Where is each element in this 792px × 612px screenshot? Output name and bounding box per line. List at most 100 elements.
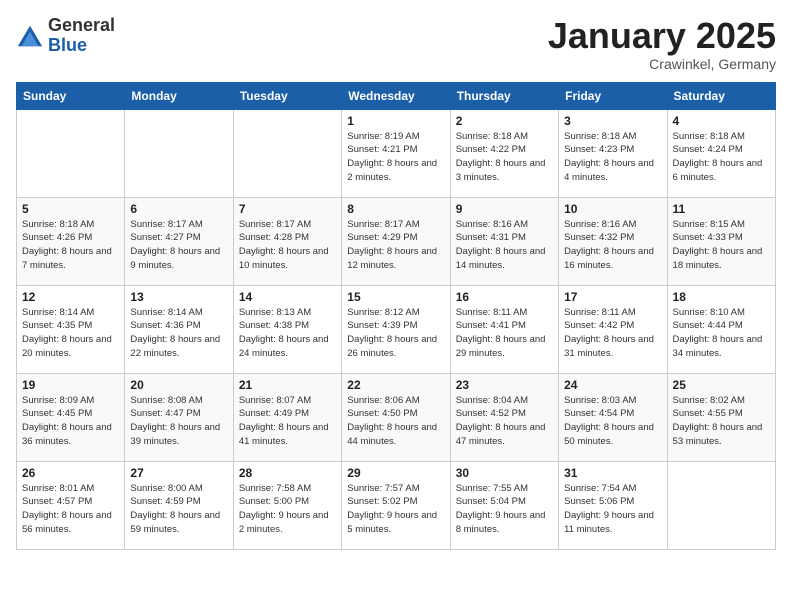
page-header: General Blue January 2025 Crawinkel, Ger…	[16, 16, 776, 72]
calendar-cell: 24Sunrise: 8:03 AM Sunset: 4:54 PM Dayli…	[559, 373, 667, 461]
day-info: Sunrise: 8:06 AM Sunset: 4:50 PM Dayligh…	[347, 394, 444, 449]
calendar-cell: 13Sunrise: 8:14 AM Sunset: 4:36 PM Dayli…	[125, 285, 233, 373]
day-info: Sunrise: 8:16 AM Sunset: 4:32 PM Dayligh…	[564, 218, 661, 273]
calendar-week-5: 26 Sunrise: 8:01 AM Sunset: 4:57 PM Dayli…	[17, 461, 776, 549]
calendar-cell	[667, 461, 775, 549]
weekday-header-friday: Friday	[559, 82, 667, 109]
day-info: Sunrise: 8:18 AM Sunset: 4:22 PM Dayligh…	[456, 130, 553, 185]
day-number: 29	[347, 466, 444, 480]
logo-text: General Blue	[48, 16, 115, 56]
day-info: Sunrise: 8:13 AM Sunset: 4:38 PM Dayligh…	[239, 306, 336, 361]
day-info: Sunrise: 8:17 AM Sunset: 4:27 PM Dayligh…	[130, 218, 227, 273]
location: Crawinkel, Germany	[548, 56, 776, 72]
calendar-cell: 18 Sunrise: 8:10 AM Sunset: 4:44 PM Dayli…	[667, 285, 775, 373]
calendar-cell	[17, 109, 125, 197]
day-info: Sunrise: 8:12 AM Sunset: 4:39 PM Dayligh…	[347, 306, 444, 361]
calendar-week-4: 19Sunrise: 8:09 AM Sunset: 4:45 PM Dayli…	[17, 373, 776, 461]
weekday-header-saturday: Saturday	[667, 82, 775, 109]
calendar-cell: 5 Sunrise: 8:18 AM Sunset: 4:26 PM Daylig…	[17, 197, 125, 285]
day-info: Sunrise: 8:18 AM Sunset: 4:26 PM Dayligh…	[22, 218, 119, 273]
calendar-cell: 11 Sunrise: 8:15 AM Sunset: 4:33 PM Dayli…	[667, 197, 775, 285]
day-info: Sunrise: 8:18 AM Sunset: 4:24 PM Dayligh…	[673, 130, 770, 185]
calendar-cell: 14 Sunrise: 8:13 AM Sunset: 4:38 PM Dayli…	[233, 285, 341, 373]
day-info: Sunrise: 8:02 AM Sunset: 4:55 PM Dayligh…	[673, 394, 770, 449]
day-info: Sunrise: 8:11 AM Sunset: 4:41 PM Dayligh…	[456, 306, 553, 361]
day-number: 10	[564, 202, 661, 216]
day-info: Sunrise: 8:07 AM Sunset: 4:49 PM Dayligh…	[239, 394, 336, 449]
day-number: 22	[347, 378, 444, 392]
day-number: 9	[456, 202, 553, 216]
calendar-cell: 6 Sunrise: 8:17 AM Sunset: 4:27 PM Daylig…	[125, 197, 233, 285]
weekday-header-wednesday: Wednesday	[342, 82, 450, 109]
logo-icon	[16, 22, 44, 50]
day-number: 6	[130, 202, 227, 216]
day-number: 30	[456, 466, 553, 480]
calendar-cell: 7 Sunrise: 8:17 AM Sunset: 4:28 PM Daylig…	[233, 197, 341, 285]
day-number: 21	[239, 378, 336, 392]
day-number: 15	[347, 290, 444, 304]
day-number: 16	[456, 290, 553, 304]
day-info: Sunrise: 8:15 AM Sunset: 4:33 PM Dayligh…	[673, 218, 770, 273]
weekday-header-sunday: Sunday	[17, 82, 125, 109]
weekday-header-thursday: Thursday	[450, 82, 558, 109]
day-number: 27	[130, 466, 227, 480]
day-info: Sunrise: 8:19 AM Sunset: 4:21 PM Dayligh…	[347, 130, 444, 185]
day-info: Sunrise: 8:17 AM Sunset: 4:29 PM Dayligh…	[347, 218, 444, 273]
day-number: 14	[239, 290, 336, 304]
day-number: 19	[22, 378, 119, 392]
day-info: Sunrise: 8:01 AM Sunset: 4:57 PM Dayligh…	[22, 482, 119, 537]
day-info: Sunrise: 8:00 AM Sunset: 4:59 PM Dayligh…	[130, 482, 227, 537]
calendar-cell	[233, 109, 341, 197]
calendar-cell: 17 Sunrise: 8:11 AM Sunset: 4:42 PM Dayli…	[559, 285, 667, 373]
day-number: 1	[347, 114, 444, 128]
calendar-cell: 10 Sunrise: 8:16 AM Sunset: 4:32 PM Dayli…	[559, 197, 667, 285]
day-info: Sunrise: 8:11 AM Sunset: 4:42 PM Dayligh…	[564, 306, 661, 361]
calendar-cell: 2 Sunrise: 8:18 AM Sunset: 4:22 PM Daylig…	[450, 109, 558, 197]
day-info: Sunrise: 8:17 AM Sunset: 4:28 PM Dayligh…	[239, 218, 336, 273]
day-info: Sunrise: 7:55 AM Sunset: 5:04 PM Dayligh…	[456, 482, 553, 537]
day-info: Sunrise: 7:57 AM Sunset: 5:02 PM Dayligh…	[347, 482, 444, 537]
day-number: 5	[22, 202, 119, 216]
day-number: 20	[130, 378, 227, 392]
day-number: 17	[564, 290, 661, 304]
calendar-cell: 20 Sunrise: 8:08 AM Sunset: 4:47 PM Dayli…	[125, 373, 233, 461]
calendar-cell: 9Sunrise: 8:16 AM Sunset: 4:31 PM Daylig…	[450, 197, 558, 285]
day-info: Sunrise: 8:10 AM Sunset: 4:44 PM Dayligh…	[673, 306, 770, 361]
calendar-cell: 8Sunrise: 8:17 AM Sunset: 4:29 PM Daylig…	[342, 197, 450, 285]
calendar-cell: 22 Sunrise: 8:06 AM Sunset: 4:50 PM Dayli…	[342, 373, 450, 461]
calendar-cell: 31 Sunrise: 7:54 AM Sunset: 5:06 PM Dayli…	[559, 461, 667, 549]
day-info: Sunrise: 8:08 AM Sunset: 4:47 PM Dayligh…	[130, 394, 227, 449]
calendar-cell: 25 Sunrise: 8:02 AM Sunset: 4:55 PM Dayli…	[667, 373, 775, 461]
day-number: 26	[22, 466, 119, 480]
day-number: 31	[564, 466, 661, 480]
day-number: 25	[673, 378, 770, 392]
calendar: SundayMondayTuesdayWednesdayThursdayFrid…	[16, 82, 776, 550]
day-number: 11	[673, 202, 770, 216]
calendar-cell	[125, 109, 233, 197]
weekday-header-tuesday: Tuesday	[233, 82, 341, 109]
calendar-cell: 27 Sunrise: 8:00 AM Sunset: 4:59 PM Dayli…	[125, 461, 233, 549]
day-info: Sunrise: 8:04 AM Sunset: 4:52 PM Dayligh…	[456, 394, 553, 449]
day-info: Sunrise: 8:03 AM Sunset: 4:54 PM Dayligh…	[564, 394, 661, 449]
logo: General Blue	[16, 16, 115, 56]
day-info: Sunrise: 8:18 AM Sunset: 4:23 PM Dayligh…	[564, 130, 661, 185]
day-number: 28	[239, 466, 336, 480]
calendar-cell: 26 Sunrise: 8:01 AM Sunset: 4:57 PM Dayli…	[17, 461, 125, 549]
day-info: Sunrise: 7:54 AM Sunset: 5:06 PM Dayligh…	[564, 482, 661, 537]
calendar-cell: 16 Sunrise: 8:11 AM Sunset: 4:41 PM Dayli…	[450, 285, 558, 373]
weekday-header-monday: Monday	[125, 82, 233, 109]
calendar-cell: 12Sunrise: 8:14 AM Sunset: 4:35 PM Dayli…	[17, 285, 125, 373]
day-number: 3	[564, 114, 661, 128]
calendar-cell: 29 Sunrise: 7:57 AM Sunset: 5:02 PM Dayli…	[342, 461, 450, 549]
logo-blue: Blue	[48, 35, 87, 55]
calendar-cell: 3 Sunrise: 8:18 AM Sunset: 4:23 PM Daylig…	[559, 109, 667, 197]
day-number: 23	[456, 378, 553, 392]
day-number: 2	[456, 114, 553, 128]
title-block: January 2025 Crawinkel, Germany	[548, 16, 776, 72]
calendar-cell: 1 Sunrise: 8:19 AM Sunset: 4:21 PM Daylig…	[342, 109, 450, 197]
day-number: 18	[673, 290, 770, 304]
day-number: 7	[239, 202, 336, 216]
calendar-cell: 23 Sunrise: 8:04 AM Sunset: 4:52 PM Dayli…	[450, 373, 558, 461]
calendar-week-1: 1 Sunrise: 8:19 AM Sunset: 4:21 PM Daylig…	[17, 109, 776, 197]
day-number: 12	[22, 290, 119, 304]
